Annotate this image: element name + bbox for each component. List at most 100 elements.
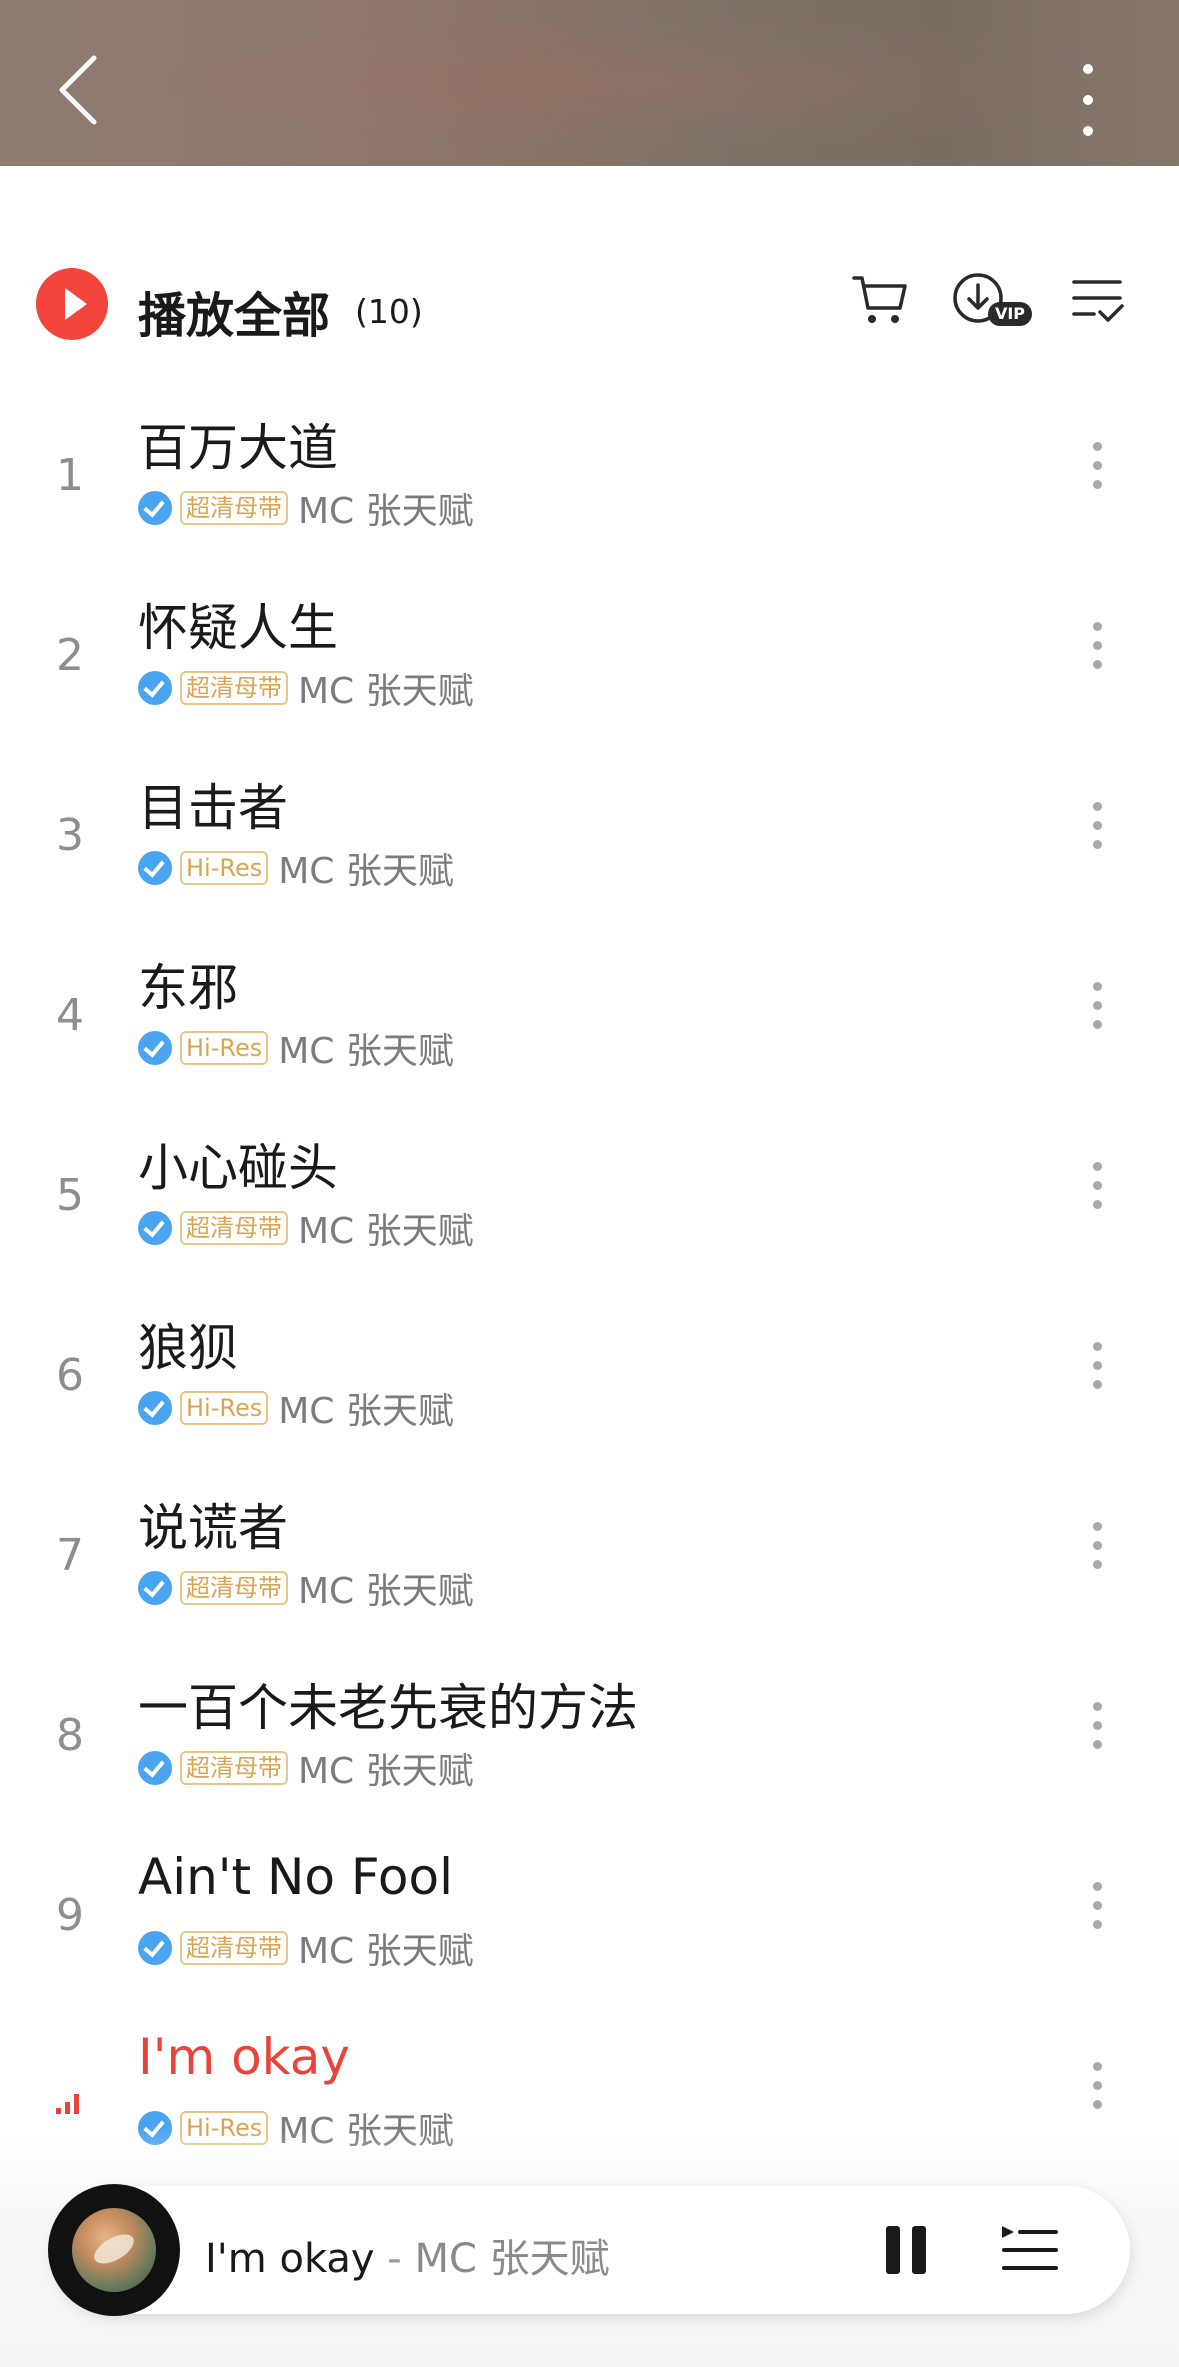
track-number: 2	[56, 630, 84, 681]
playlist-queue-icon	[1002, 2226, 1058, 2270]
track-number: 1	[56, 450, 84, 501]
verified-icon	[138, 1031, 172, 1065]
song-title: 小心碰头	[138, 1139, 338, 1197]
song-title: 东邪	[138, 959, 238, 1017]
song-more-button[interactable]	[1082, 982, 1112, 1038]
song-row[interactable]: 3 目击者 Hi-Res MC 张天赋	[0, 740, 1179, 920]
song-meta: 超清母带 MC 张天赋	[138, 1928, 474, 1972]
multi-select-button[interactable]	[1070, 270, 1126, 334]
song-row[interactable]: 1 百万大道 超清母带 MC 张天赋	[0, 380, 1179, 560]
pause-icon	[912, 2226, 926, 2274]
song-title: 说谎者	[138, 1499, 288, 1557]
artist-name: MC 张天赋	[298, 671, 474, 712]
song-title: Ain't No Fool	[138, 1848, 453, 1906]
pause-button[interactable]	[880, 2222, 936, 2278]
pause-icon	[886, 2226, 900, 2274]
song-title: I'm okay	[138, 2028, 350, 2086]
song-more-button[interactable]	[1082, 802, 1112, 858]
song-more-button[interactable]	[1082, 622, 1112, 678]
song-title: 怀疑人生	[138, 599, 338, 657]
verified-icon	[138, 1751, 172, 1785]
song-more-button[interactable]	[1082, 1882, 1112, 1938]
artist-name: MC 张天赋	[298, 1751, 474, 1792]
verified-icon	[138, 1571, 172, 1605]
vertical-ellipsis-icon	[1083, 64, 1093, 136]
verified-icon	[138, 1211, 172, 1245]
quality-badge: Hi-Res	[180, 851, 269, 885]
play-all-label[interactable]: 播放全部	[138, 276, 330, 346]
song-meta: 超清母带 MC 张天赋	[138, 668, 474, 712]
song-meta: Hi-Res MC 张天赋	[138, 1388, 454, 1432]
cart-button[interactable]	[850, 270, 910, 334]
track-number: 5	[56, 1170, 84, 1221]
verified-icon	[138, 491, 172, 525]
now-playing-artist: MC 张天赋	[414, 2236, 610, 2282]
more-options-button[interactable]	[1058, 55, 1118, 145]
artist-name: MC 张天赋	[278, 851, 454, 892]
quality-badge: 超清母带	[180, 491, 288, 525]
track-number: 6	[56, 1350, 84, 1401]
song-meta: 超清母带 MC 张天赋	[138, 1568, 474, 1612]
song-more-button[interactable]	[1082, 442, 1112, 498]
artist-name: MC 张天赋	[278, 1391, 454, 1432]
song-row[interactable]: 8 一百个未老先衰的方法 超清母带 MC 张天赋	[0, 1640, 1179, 1820]
now-playing-indicator	[40, 2070, 100, 2131]
download-vip-icon: VIP	[953, 273, 1032, 326]
quality-badge: Hi-Res	[180, 1031, 269, 1065]
track-number: 7	[56, 1530, 84, 1581]
artist-name: MC 张天赋	[298, 1211, 474, 1252]
artist-name: MC 张天赋	[298, 1571, 474, 1612]
quality-badge: 超清母带	[180, 1931, 288, 1965]
song-row[interactable]: 5 小心碰头 超清母带 MC 张天赋	[0, 1100, 1179, 1280]
header-banner	[0, 0, 1179, 166]
play-all-button[interactable]	[36, 268, 108, 340]
song-count: (10)	[355, 292, 423, 331]
song-row[interactable]: 2 怀疑人生 超清母带 MC 张天赋	[0, 560, 1179, 740]
verified-icon	[138, 1931, 172, 1965]
song-row[interactable]: 6 狼狈 Hi-Res MC 张天赋	[0, 1280, 1179, 1460]
song-meta: 超清母带 MC 张天赋	[138, 1208, 474, 1252]
playlist-queue-button[interactable]	[998, 2222, 1060, 2278]
verified-icon	[138, 851, 172, 885]
quality-badge: Hi-Res	[180, 1391, 269, 1425]
download-vip-button[interactable]: VIP	[950, 270, 1034, 334]
vip-badge-text: VIP	[995, 304, 1025, 323]
now-playing-text[interactable]: I'm okay - MC 张天赋	[205, 2226, 610, 2284]
chevron-left-icon	[59, 55, 97, 125]
now-playing-separator: -	[374, 2236, 415, 2282]
now-playing-title: I'm okay	[205, 2236, 375, 2282]
track-number: 4	[56, 990, 84, 1041]
playlist-page: 播放全部 (10) VIP 1 百万大道 超清母带 MC 张天赋 2 怀疑人生 …	[0, 0, 1179, 2367]
verified-icon	[138, 671, 172, 705]
play-all-bar: 播放全部 (10) VIP	[0, 250, 1179, 360]
song-meta: 超清母带 MC 张天赋	[138, 1748, 474, 1792]
song-title: 一百个未老先衰的方法	[138, 1679, 638, 1737]
album-art-disc[interactable]	[48, 2184, 180, 2316]
song-row[interactable]: 9 Ain't No Fool 超清母带 MC 张天赋	[0, 1820, 1179, 2000]
song-title: 百万大道	[138, 419, 338, 477]
track-number: 9	[56, 1890, 84, 1941]
song-title: 狼狈	[138, 1319, 238, 1377]
song-row[interactable]: 4 东邪 Hi-Res MC 张天赋	[0, 920, 1179, 1100]
track-number: 8	[56, 1710, 84, 1761]
song-more-button[interactable]	[1082, 1702, 1112, 1758]
quality-badge: 超清母带	[180, 1751, 288, 1785]
back-button[interactable]	[40, 50, 120, 130]
song-meta: Hi-Res MC 张天赋	[138, 1028, 454, 1072]
song-more-button[interactable]	[1082, 2062, 1112, 2118]
quality-badge: 超清母带	[180, 1571, 288, 1605]
artist-name: MC 张天赋	[298, 1931, 474, 1972]
track-number: 3	[56, 810, 84, 861]
song-meta: Hi-Res MC 张天赋	[138, 848, 454, 892]
artist-name: MC 张天赋	[298, 491, 474, 532]
equalizer-icon	[56, 2094, 79, 2114]
song-row[interactable]: 7 说谎者 超清母带 MC 张天赋	[0, 1460, 1179, 1640]
song-meta: 超清母带 MC 张天赋	[138, 488, 474, 532]
cart-icon	[852, 276, 907, 323]
album-cover-image	[72, 2208, 156, 2292]
song-title: 目击者	[138, 779, 288, 837]
song-more-button[interactable]	[1082, 1162, 1112, 1218]
song-more-button[interactable]	[1082, 1522, 1112, 1578]
artist-name: MC 张天赋	[278, 1031, 454, 1072]
song-more-button[interactable]	[1082, 1342, 1112, 1398]
